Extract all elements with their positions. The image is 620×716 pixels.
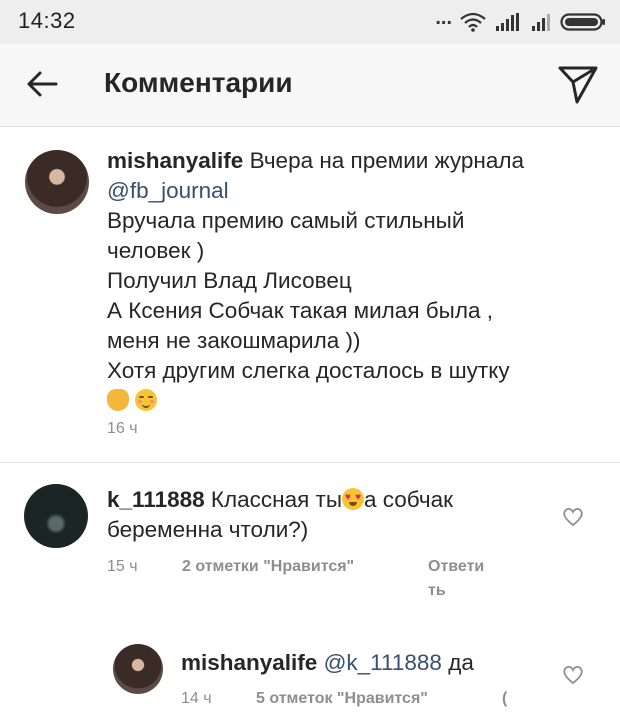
caption-first-line: mishanyalife Вчера на премии журнала xyxy=(107,146,607,176)
caption-username[interactable]: mishanyalife xyxy=(107,148,243,173)
back-arrow-icon[interactable] xyxy=(22,64,62,104)
avatar[interactable] xyxy=(25,150,89,214)
comment-likes-count[interactable]: 2 отметки "Нравится" xyxy=(182,558,354,576)
reply-mention[interactable]: @k_111888 xyxy=(324,650,442,675)
page-title: Комментарии xyxy=(104,67,293,98)
signal-icon-1 xyxy=(496,13,519,31)
comment-username[interactable]: k_111888 xyxy=(107,487,205,512)
caption-line-3: Получил Влад Лисовец xyxy=(107,268,352,293)
reply-like-heart-icon[interactable] xyxy=(562,665,584,685)
comment-text-b: а собчак xyxy=(364,487,454,512)
comment-reply-button-b[interactable]: ть xyxy=(428,582,446,600)
comment-avatar[interactable] xyxy=(24,484,88,548)
caption-text: mishanyalife Вчера на премии журнала @fb… xyxy=(107,146,607,416)
signal-icon-2 xyxy=(532,14,550,31)
send-icon[interactable] xyxy=(556,62,600,106)
divider xyxy=(0,462,620,463)
caption-line-1: Вручала премию самый стильный xyxy=(107,208,465,233)
caption-emoji-row xyxy=(107,386,607,416)
caption-line-5: меня не закошмарила )) xyxy=(107,328,361,353)
comment-first-line: k_111888 Классная ты ♥ ♥ а собчак xyxy=(107,485,547,515)
battery-icon xyxy=(560,13,605,31)
caption-timestamp: 16 ч xyxy=(107,420,138,437)
comment-text: k_111888 Классная ты ♥ ♥ а собчак береме… xyxy=(107,485,547,545)
header-bar: Комментарии xyxy=(0,44,620,127)
heart-eyes-emoji: ♥ ♥ xyxy=(342,488,364,510)
like-heart-icon[interactable] xyxy=(562,507,584,527)
smiling-face-emoji xyxy=(135,389,158,411)
reply-likes-count[interactable]: 5 отметок "Нравится" xyxy=(256,690,428,708)
caption-line-2: человек ) xyxy=(107,238,205,263)
comment-text-c: беременна чтоли?) xyxy=(107,517,309,542)
reply-username[interactable]: mishanyalife xyxy=(181,650,317,675)
comment-text-a: Классная ты xyxy=(210,487,342,512)
caption-line-4: А Ксения Собчак такая милая была , xyxy=(107,298,493,323)
reply-body: да xyxy=(448,650,474,675)
reply-avatar[interactable] xyxy=(113,644,163,694)
wifi-icon xyxy=(460,12,486,32)
status-icons: ... xyxy=(435,6,606,34)
caption-mention[interactable]: @fb_journal xyxy=(107,176,607,206)
caption-line-6: Хотя другим слегка досталось в шутку xyxy=(107,358,510,383)
comment-timestamp: 15 ч xyxy=(107,558,138,575)
reply-reply-button[interactable]: ( xyxy=(502,690,507,708)
reply-text: mishanyalife @k_111888 да xyxy=(181,648,561,678)
status-bar: 14:32 ... xyxy=(0,0,620,44)
comment-reply-button-a[interactable]: Ответи xyxy=(428,558,484,576)
caption-line-0: Вчера на премии журнала xyxy=(249,148,525,173)
ok-hand-emoji xyxy=(107,389,129,411)
status-time: 14:32 xyxy=(18,8,76,33)
reply-timestamp: 14 ч xyxy=(181,690,212,707)
more-dots: ... xyxy=(435,6,452,29)
